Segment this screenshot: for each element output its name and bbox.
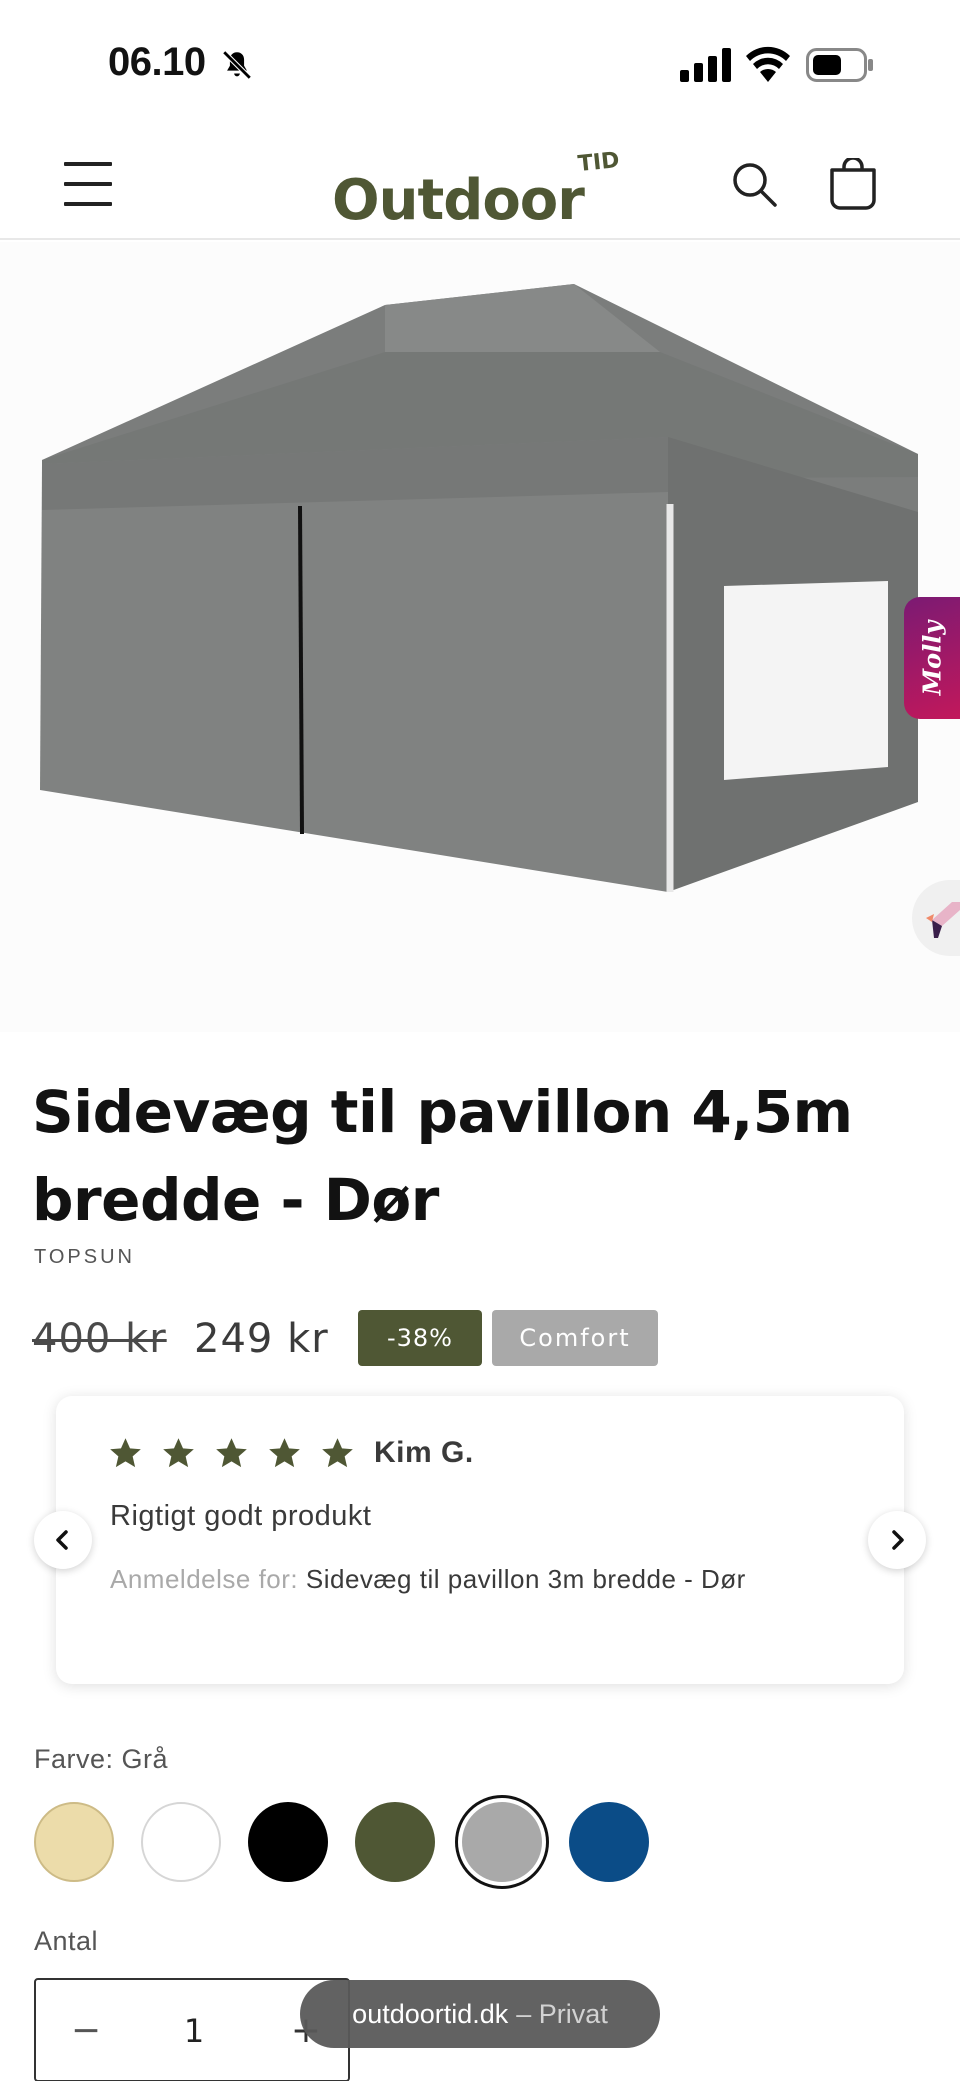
pavilion-illustration <box>40 284 918 892</box>
search-icon[interactable] <box>730 160 778 208</box>
product-title: Sidevæg til pavillon 4,5m bredde - Dør <box>32 1078 853 1234</box>
price-row: 400 kr 249 kr -38% Comfort <box>32 1310 932 1366</box>
swatch-blue[interactable] <box>569 1802 649 1882</box>
review-for-label: Anmeldelse for: <box>110 1564 299 1594</box>
url-domain: outdoortid.dk <box>352 1998 509 2029</box>
cellular-signal-icon <box>680 48 731 82</box>
chevron-left-icon <box>56 1530 68 1550</box>
swatch-white[interactable] <box>141 1802 221 1882</box>
review-product-link[interactable]: Sidevæg til pavillon 3m bredde - Dør <box>306 1564 746 1594</box>
review-next-button[interactable] <box>868 1511 926 1569</box>
cart-icon[interactable] <box>828 158 878 210</box>
quantity-stepper: − + <box>34 1978 350 2081</box>
browser-url-bar[interactable]: outdoortid.dk – Privat <box>300 1980 660 2048</box>
product-vendor[interactable]: TOPSUN <box>34 1246 135 1269</box>
price-regular: 400 kr <box>32 1316 167 1362</box>
swatch-beige[interactable] <box>34 1802 114 1882</box>
star-icon <box>216 1438 247 1468</box>
swatch-olive[interactable] <box>355 1802 435 1882</box>
review-prev-button[interactable] <box>34 1511 92 1569</box>
review-product-line: Anmeldelse for: Sidevæg til pavillon 3m … <box>110 1564 746 1595</box>
site-logo[interactable]: Outdoor TID <box>332 147 632 233</box>
logo-superscript: TID <box>576 147 621 178</box>
star-icon <box>163 1438 194 1468</box>
quantity-label: Antal <box>34 1926 99 1956</box>
review-card: Kim G. Rigtigt godt produkt Anmeldelse f… <box>56 1396 904 1684</box>
star-icon <box>322 1438 353 1468</box>
quantity-decrease-button[interactable]: − <box>66 2006 106 2056</box>
star-icon <box>110 1438 141 1468</box>
comfort-badge: Comfort <box>492 1310 658 1366</box>
price-sale: 249 kr <box>194 1316 329 1362</box>
color-swatches <box>34 1802 734 1884</box>
reviewer-name: Kim G. <box>374 1436 474 1469</box>
logo-text: Outdoor <box>332 168 585 233</box>
hamburger-menu-icon[interactable] <box>64 162 112 206</box>
private-mode-label: – Privat <box>516 1998 608 2029</box>
quantity-input[interactable] <box>154 2006 234 2056</box>
site-header: Outdoor TID <box>0 130 960 240</box>
molly-label: Molly <box>917 620 947 696</box>
star-rating <box>108 1436 355 1471</box>
wifi-icon <box>746 46 790 82</box>
swatch-grey[interactable] <box>462 1802 542 1882</box>
bell-slash-icon <box>222 50 252 80</box>
battery-icon <box>806 48 873 82</box>
review-text: Rigtigt godt produkt <box>110 1500 372 1532</box>
status-bar: 06.10 <box>0 0 960 130</box>
product-image[interactable]: Molly <box>0 242 960 1032</box>
status-time: 06.10 <box>108 40 206 84</box>
molly-chat-tab[interactable]: Molly <box>904 597 960 719</box>
discount-badge: -38% <box>358 1310 482 1366</box>
chevron-right-icon <box>892 1530 904 1550</box>
color-option-label: Farve: Grå <box>34 1744 169 1774</box>
star-icon <box>269 1438 300 1468</box>
swatch-black[interactable] <box>248 1802 328 1882</box>
